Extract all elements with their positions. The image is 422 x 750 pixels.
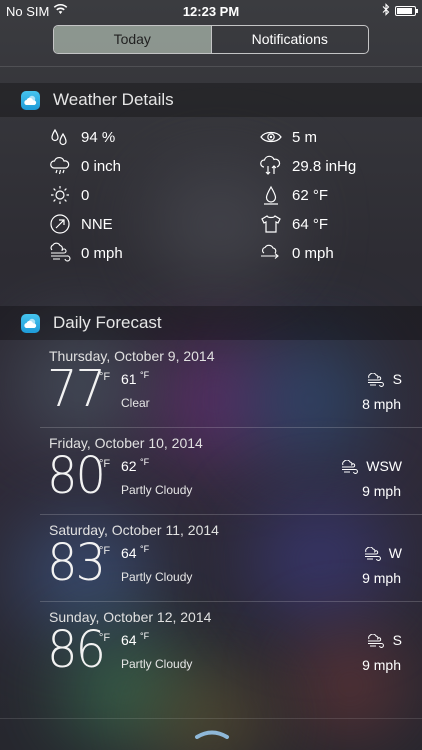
forecast-wind-direction: W [388,545,402,561]
daily-forecast-header[interactable]: Daily Forecast [0,306,422,340]
low-unit: °F [140,544,150,554]
wind-icon [367,633,385,648]
forecast-high-temp: 77 [47,359,106,419]
forecast-condition: Partly Cloudy [121,483,193,497]
uv-index-value: 0 [81,187,90,204]
wind-speed-value: 0 mph [81,245,123,262]
weather-app-icon [21,314,40,333]
forecast-wind-speed: 9 mph [362,570,401,586]
forecast-wind-speed: 8 mph [362,396,401,412]
low-unit: °F [140,457,150,467]
forecast-high-temp: 86 [47,620,106,680]
forecast-wind-direction: S [392,632,402,648]
gust-icon [260,242,282,264]
humidity-icon [49,126,71,148]
high-unit: °F [99,545,111,557]
pressure-icon [260,155,282,177]
forecast-high-temp: 80 [47,446,106,506]
tab-notifications[interactable]: Notifications [210,26,369,53]
visibility-icon [260,126,282,148]
wind-direction-icon [49,213,71,235]
status-bar: No SIM 12:23 PM [0,0,422,22]
precipitation-value: 0 inch [81,158,122,175]
forecast-wind-direction: S [392,371,402,387]
feels-like-shirt-icon [260,213,282,235]
pressure-value: 29.8 inHg [292,158,357,175]
humidity-value: 94 % [81,129,116,146]
forecast-wind-direction: WSW [366,458,402,474]
wind-icon [49,242,71,264]
weather-app-icon [21,91,40,110]
forecast-low-temp: 62 [121,458,137,474]
daily-forecast-title: Daily Forecast [53,313,162,332]
forecast-day[interactable]: Friday, October 10, 2014 80 °F 62 °F Par… [0,428,422,514]
divider [0,718,422,719]
low-unit: °F [140,370,150,380]
uv-sun-icon [49,184,71,206]
forecast-low-temp: 64 [121,545,137,561]
clock-time: 12:23 PM [182,4,240,19]
forecast-high-temp: 83 [47,533,106,593]
gust-value: 0 mph [292,245,334,262]
divider [0,66,422,67]
battery-icon [395,6,418,16]
tab-today[interactable]: Today [54,26,211,53]
bluetooth-icon [382,3,390,19]
high-unit: °F [99,371,111,383]
forecast-condition: Partly Cloudy [121,570,193,584]
wind-icon [367,372,385,387]
high-unit: °F [99,632,111,644]
forecast-wind-speed: 9 mph [362,483,401,499]
dew-point-value: 62 °F [292,187,329,204]
forecast-wind-speed: 9 mph [362,657,401,673]
dew-point-icon [260,184,282,206]
low-unit: °F [140,631,150,641]
forecast-day[interactable]: Saturday, October 11, 2014 83 °F 64 °F P… [0,515,422,601]
feels-like-value: 64 °F [292,216,329,233]
high-unit: °F [99,458,111,470]
visibility-value: 5 m [292,129,318,146]
forecast-low-temp: 61 [121,371,137,387]
forecast-condition: Partly Cloudy [121,657,193,671]
wind-icon [364,546,382,561]
wind-icon [341,459,359,474]
precipitation-icon [49,155,71,177]
weather-details-title: Weather Details [53,90,174,109]
weather-details-header[interactable]: Weather Details [0,83,422,117]
wind-direction-value: NNE [81,216,113,233]
forecast-day[interactable]: Thursday, October 9, 2014 77 °F 61 °F Cl… [0,341,422,427]
forecast-day[interactable]: Sunday, October 12, 2014 86 °F 64 °F Par… [0,602,422,688]
view-segmented-control: Today Notifications [53,25,369,54]
forecast-condition: Clear [121,396,150,410]
forecast-low-temp: 64 [121,632,137,648]
chevron-up-grabber-icon[interactable] [194,726,230,739]
